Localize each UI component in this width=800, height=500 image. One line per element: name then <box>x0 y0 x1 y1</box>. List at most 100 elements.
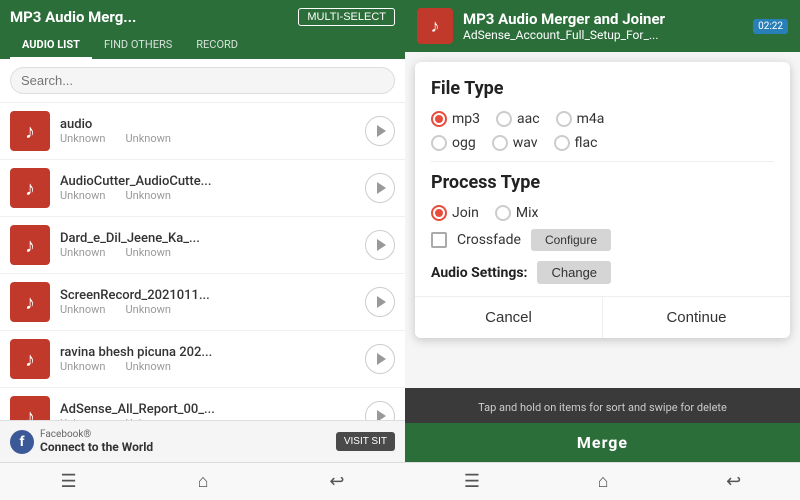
radio-flac[interactable]: flac <box>554 135 598 151</box>
audio-info: audio Unknown Unknown <box>60 117 355 145</box>
play-triangle-icon <box>377 239 386 251</box>
audio-icon: ♪ <box>10 168 50 208</box>
radio-label-join: Join <box>452 205 479 221</box>
list-item: ♪ audio Unknown Unknown <box>0 103 405 160</box>
radio-m4a[interactable]: m4a <box>556 111 605 127</box>
audio-info: Dard_e_Dil_Jeene_Ka_... Unknown Unknown <box>60 231 355 259</box>
audio-info: ravina bhesh picuna 202... Unknown Unkno… <box>60 345 355 373</box>
radio-circle-m4a <box>556 111 572 127</box>
radio-mp3[interactable]: mp3 <box>431 111 480 127</box>
tab-find-others[interactable]: FIND OTHERS <box>92 32 184 59</box>
hint-text: Tap and hold on items for sort and swipe… <box>478 401 727 414</box>
audio-name: ScreenRecord_2021011... <box>60 288 280 303</box>
radio-label-mp3: mp3 <box>452 111 480 127</box>
radio-inner-mp3 <box>435 115 443 123</box>
play-button[interactable] <box>365 344 395 374</box>
cancel-button[interactable]: Cancel <box>415 297 603 338</box>
right-title-area: MP3 Audio Merger and Joiner AdSense_Acco… <box>463 10 743 42</box>
home-icon[interactable]: ⌂ <box>598 471 609 492</box>
radio-label-mix: Mix <box>516 205 539 221</box>
right-title: MP3 Audio Merger and Joiner <box>463 10 743 28</box>
list-item: ♪ AdSense_All_Report_00_... Unknown Unkn… <box>0 388 405 420</box>
back-icon[interactable]: ↩ <box>329 471 344 492</box>
radio-label-aac: aac <box>517 111 540 127</box>
audio-info: AdSense_All_Report_00_... Unknown Unknow… <box>60 402 355 420</box>
menu-icon[interactable]: ☰ <box>464 471 480 492</box>
music-note-icon: ♪ <box>25 233 35 258</box>
back-icon[interactable]: ↩ <box>726 471 741 492</box>
facebook-icon: f <box>10 430 34 454</box>
audio-name: ravina bhesh picuna 202... <box>60 345 280 360</box>
radio-ogg[interactable]: ogg <box>431 135 476 151</box>
play-button[interactable] <box>365 230 395 260</box>
audio-settings-row: Audio Settings: Change <box>431 261 774 284</box>
left-header: MP3 Audio Merg... MULTI-SELECT AUDIO LIS… <box>0 0 405 59</box>
radio-circle-join <box>431 205 447 221</box>
radio-circle-mp3 <box>431 111 447 127</box>
radio-circle-wav <box>492 135 508 151</box>
radio-mix[interactable]: Mix <box>495 205 539 221</box>
list-item: ♪ ravina bhesh picuna 202... Unknown Unk… <box>0 331 405 388</box>
audio-icon: ♪ <box>10 339 50 379</box>
right-panel: ♪ MP3 Audio Merger and Joiner AdSense_Ac… <box>405 0 800 500</box>
configure-button[interactable]: Configure <box>531 229 611 251</box>
music-note-icon: ♪ <box>25 290 35 315</box>
music-note-icon: ♪ <box>431 16 440 37</box>
search-input[interactable] <box>10 67 395 94</box>
audio-info: ScreenRecord_2021011... Unknown Unknown <box>60 288 355 316</box>
play-triangle-icon <box>377 353 386 365</box>
visit-site-button[interactable]: VISIT SIT <box>336 432 395 451</box>
merge-bar[interactable]: Merge <box>405 423 800 462</box>
track-time-badge: 02:22 <box>753 19 788 34</box>
radio-circle-ogg <box>431 135 447 151</box>
right-nav-bar: ☰ ⌂ ↩ <box>405 462 800 500</box>
left-header-top: MP3 Audio Merg... MULTI-SELECT <box>10 8 395 26</box>
radio-wav[interactable]: wav <box>492 135 538 151</box>
play-triangle-icon <box>377 182 386 194</box>
radio-label-m4a: m4a <box>577 111 605 127</box>
file-type-options: mp3 aac m4a <box>431 111 774 127</box>
play-triangle-icon <box>377 296 386 308</box>
list-item: ♪ ScreenRecord_2021011... Unknown Unknow… <box>0 274 405 331</box>
divider <box>431 161 774 162</box>
radio-join[interactable]: Join <box>431 205 479 221</box>
ad-text: f Facebook® Connect to the World <box>10 429 153 454</box>
ad-title: Connect to the World <box>40 440 153 454</box>
tab-record[interactable]: RECORD <box>184 32 250 59</box>
list-item: ♪ Dard_e_Dil_Jeene_Ka_... Unknown Unknow… <box>0 217 405 274</box>
audio-icon: ♪ <box>10 396 50 420</box>
audio-name: AudioCutter_AudioCutte... <box>60 174 280 189</box>
audio-icon: ♪ <box>10 111 50 151</box>
change-button[interactable]: Change <box>537 261 611 284</box>
play-button[interactable] <box>365 287 395 317</box>
app-title: MP3 Audio Merg... <box>10 8 136 26</box>
audio-icon: ♪ <box>10 282 50 322</box>
multi-select-button[interactable]: MULTI-SELECT <box>298 8 395 26</box>
music-note-icon: ♪ <box>25 119 35 144</box>
right-bottom: Tap and hold on items for sort and swipe… <box>405 348 800 500</box>
radio-circle-aac <box>496 111 512 127</box>
radio-circle-mix <box>495 205 511 221</box>
play-button[interactable] <box>365 173 395 203</box>
crossfade-label: Crossfade <box>457 232 521 248</box>
play-triangle-icon <box>377 410 386 420</box>
radio-label-wav: wav <box>513 135 538 151</box>
left-nav-bar: ☰ ⌂ ↩ <box>0 462 405 500</box>
continue-button[interactable]: Continue <box>603 297 790 338</box>
merge-label: Merge <box>577 433 628 452</box>
list-item: ♪ AudioCutter_AudioCutte... Unknown Unkn… <box>0 160 405 217</box>
tab-audio-list[interactable]: AUDIO LIST <box>10 32 92 59</box>
menu-icon[interactable]: ☰ <box>60 471 76 492</box>
radio-label-ogg: ogg <box>452 135 476 151</box>
home-icon[interactable]: ⌂ <box>198 471 209 492</box>
crossfade-checkbox[interactable] <box>431 232 447 248</box>
right-header: ♪ MP3 Audio Merger and Joiner AdSense_Ac… <box>405 0 800 52</box>
music-note-icon: ♪ <box>25 176 35 201</box>
tabs: AUDIO LIST FIND OTHERS RECORD <box>10 32 395 59</box>
audio-name: audio <box>60 117 280 132</box>
play-button[interactable] <box>365 116 395 146</box>
play-button[interactable] <box>365 401 395 420</box>
radio-aac[interactable]: aac <box>496 111 540 127</box>
audio-meta: Unknown Unknown <box>60 303 355 316</box>
file-type-options-row2: ogg wav flac <box>431 135 774 151</box>
